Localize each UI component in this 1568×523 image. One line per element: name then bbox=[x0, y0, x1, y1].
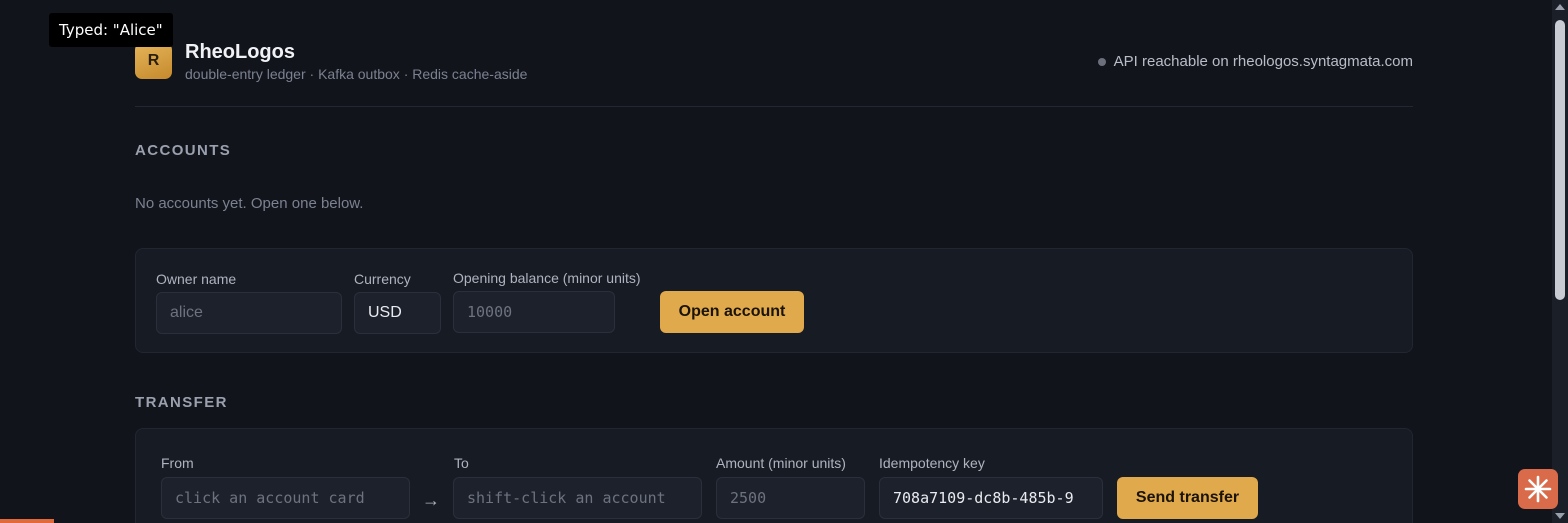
to-account-input[interactable]: shift-click an account bbox=[453, 477, 702, 519]
scroll-up-icon[interactable] bbox=[1555, 4, 1565, 10]
opening-balance-placeholder: 10000 bbox=[467, 303, 513, 321]
open-account-button[interactable]: Open account bbox=[660, 291, 804, 333]
owner-name-input[interactable]: alice bbox=[156, 292, 342, 334]
page-scrollbar[interactable] bbox=[1552, 0, 1568, 523]
currency-label: Currency bbox=[354, 271, 411, 287]
send-transfer-button[interactable]: Send transfer bbox=[1117, 477, 1258, 519]
arrow-right-icon: → bbox=[422, 490, 440, 510]
scroll-down-icon[interactable] bbox=[1555, 513, 1565, 519]
from-account-placeholder: click an account card bbox=[175, 489, 365, 507]
api-status: API reachable on rheologos.syntagmata.co… bbox=[1097, 53, 1413, 70]
app-header: R RheoLogos double-entry ledger · Kafka … bbox=[135, 36, 1413, 107]
idempotency-key-label: Idempotency key bbox=[879, 455, 985, 471]
to-account-placeholder: shift-click an account bbox=[467, 489, 666, 507]
open-account-form: Owner name alice Currency USD Opening ba… bbox=[135, 248, 1413, 353]
owner-name-placeholder: alice bbox=[170, 304, 203, 321]
amount-placeholder: 2500 bbox=[730, 489, 767, 507]
from-label: From bbox=[161, 455, 194, 471]
accounts-empty-text: No accounts yet. Open one below. bbox=[135, 195, 364, 212]
sparkle-icon-glyph bbox=[1524, 475, 1552, 503]
accounts-heading: ACCOUNTS bbox=[135, 142, 232, 159]
idempotency-key-value: 708a7109-dc8b-485b-9 bbox=[893, 489, 1074, 507]
to-label: To bbox=[454, 455, 469, 471]
api-status-text: API reachable on rheologos.syntagmata.co… bbox=[1113, 53, 1413, 70]
opening-balance-label: Opening balance (minor units) bbox=[453, 270, 641, 286]
scroll-thumb[interactable] bbox=[1555, 20, 1565, 300]
from-account-input[interactable]: click an account card bbox=[161, 477, 410, 519]
status-dot-icon bbox=[1097, 57, 1106, 66]
opening-balance-input[interactable]: 10000 bbox=[453, 291, 615, 333]
typed-tooltip: Typed: "Alice" bbox=[49, 13, 173, 47]
idempotency-key-input[interactable]: 708a7109-dc8b-485b-9 bbox=[879, 477, 1103, 519]
currency-select[interactable]: USD bbox=[354, 292, 441, 334]
sparkle-icon[interactable] bbox=[1518, 469, 1558, 509]
currency-value: USD bbox=[368, 304, 402, 321]
progress-indicator bbox=[0, 519, 54, 523]
transfer-heading: TRANSFER bbox=[135, 394, 228, 411]
app-title: RheoLogos bbox=[185, 41, 295, 63]
app-subtitle: double-entry ledger · Kafka outbox · Red… bbox=[185, 66, 528, 82]
transfer-form: From click an account card → To shift-cl… bbox=[135, 428, 1413, 523]
logo-icon: R bbox=[135, 43, 172, 79]
amount-label: Amount (minor units) bbox=[716, 455, 846, 471]
amount-input[interactable]: 2500 bbox=[716, 477, 865, 519]
owner-name-label: Owner name bbox=[156, 271, 237, 287]
